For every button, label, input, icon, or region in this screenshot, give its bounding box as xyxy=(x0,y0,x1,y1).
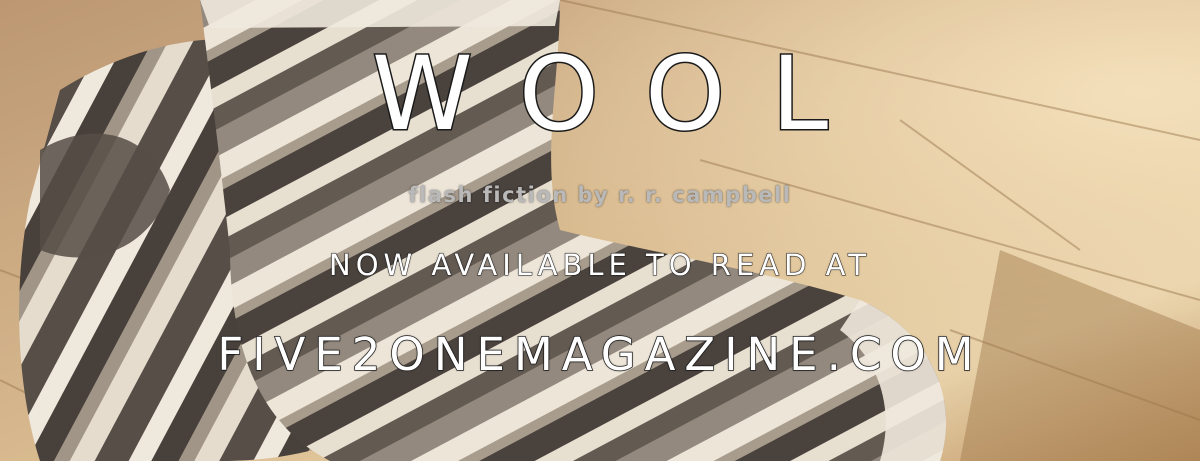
website-link[interactable]: FIVE2ONEMAGAZINE.COM xyxy=(0,327,1200,382)
promo-banner: WOOL flash fiction by r. r. campbell NOW… xyxy=(0,0,1200,461)
story-title: WOOL xyxy=(370,35,875,154)
author-byline: flash fiction by r. r. campbell xyxy=(408,183,792,207)
availability-text: NOW AVAILABLE TO READ AT xyxy=(329,248,871,283)
